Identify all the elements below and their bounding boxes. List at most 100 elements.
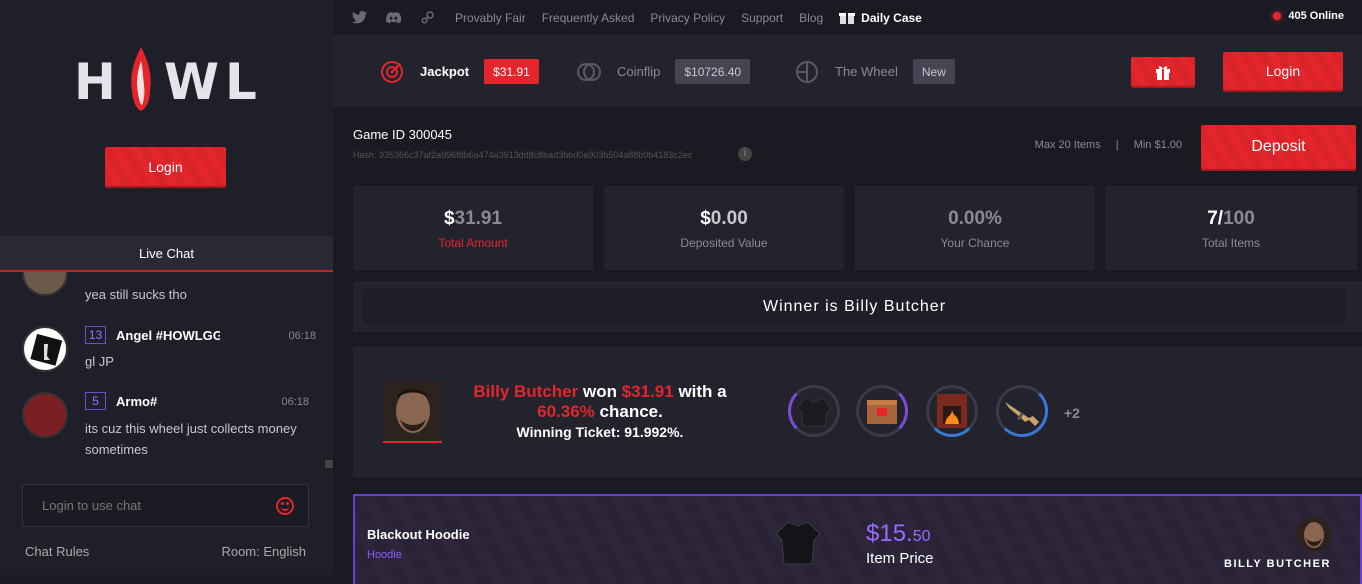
deposit-button[interactable]: Deposit bbox=[1201, 125, 1356, 169]
target-icon bbox=[381, 60, 403, 83]
winner-banner: Winner is Billy Butcher bbox=[353, 281, 1362, 332]
item-crate-icon[interactable] bbox=[856, 385, 908, 437]
chat-messages[interactable]: yea still sucks tho 13 Angel #HOWLGG 06:… bbox=[0, 272, 333, 472]
gift-icon bbox=[1156, 65, 1170, 80]
stat-deposited-value: $0.00 Deposited Value bbox=[604, 186, 844, 270]
chat-input[interactable]: Login to use chat bbox=[22, 484, 309, 527]
item-price-label: Item Price bbox=[866, 550, 934, 567]
chat-timestamp: 06:18 bbox=[288, 330, 316, 342]
avatar-image-icon bbox=[30, 333, 63, 366]
stat-your-chance: 0.00% Your Chance bbox=[855, 186, 1095, 270]
chat-message-text: gl JP bbox=[85, 354, 114, 369]
jackpot-value-badge: $31.91 bbox=[484, 59, 539, 84]
limits-separator: | bbox=[1115, 139, 1119, 151]
stat-prefix: 7/ bbox=[1207, 208, 1224, 229]
item-hoodie-icon[interactable] bbox=[788, 385, 840, 437]
win-chance: 60.36% bbox=[537, 402, 595, 421]
stat-total-amount: $31.91 Total Amount bbox=[353, 186, 593, 270]
chat-rules-link[interactable]: Chat Rules bbox=[25, 544, 89, 559]
stat-value: 0.00 bbox=[710, 208, 748, 229]
item-price: $15.50 bbox=[866, 520, 931, 548]
stat-total-items: 7/100 Total Items bbox=[1105, 186, 1357, 270]
tab-the-wheel[interactable]: The Wheel New bbox=[795, 59, 955, 84]
deposited-item-card: Blackout Hoodie Hoodie $15.50 Item Price… bbox=[353, 494, 1362, 584]
stat-prefix: $ bbox=[443, 208, 455, 229]
stat-value: 31.91 bbox=[454, 208, 503, 229]
tab-coinflip[interactable]: Coinflip $10726.40 bbox=[577, 59, 751, 84]
owner-name[interactable]: BILLY BUTCHER bbox=[1224, 558, 1331, 570]
chat-timestamp: 06:18 bbox=[281, 396, 309, 408]
round-result: Billy Butcher won $31.91 with a 60.36% c… bbox=[353, 347, 1362, 477]
game-id: Game ID 300045 bbox=[353, 127, 453, 142]
gift-box-icon bbox=[839, 13, 856, 24]
online-count: 405 Online bbox=[1273, 10, 1344, 22]
winner-text: Winner is Billy Butcher bbox=[363, 289, 1346, 324]
item-category: Hoodie bbox=[367, 549, 402, 561]
winner-summary: Billy Butcher won $31.91 with a 60.36% c… bbox=[450, 382, 750, 442]
chat-username[interactable]: Angel #HOWLGG bbox=[116, 328, 220, 343]
user-level-badge: 5 bbox=[85, 392, 106, 410]
stat-label: Total Amount bbox=[438, 236, 508, 250]
item-fireplace-icon[interactable] bbox=[926, 385, 978, 437]
item-name: Blackout Hoodie bbox=[367, 527, 470, 542]
faq-link[interactable]: Frequently Asked bbox=[542, 11, 635, 25]
stat-label: Total Items bbox=[1201, 236, 1261, 250]
price-cents: 50 bbox=[912, 528, 931, 545]
avatar[interactable] bbox=[22, 326, 68, 372]
stat-label: Deposited Value bbox=[680, 236, 768, 250]
gift-button[interactable] bbox=[1131, 57, 1195, 86]
stat-prefix: $ bbox=[700, 208, 711, 229]
tab-coinflip-label: Coinflip bbox=[617, 64, 661, 79]
sidebar-login-button[interactable]: Login bbox=[105, 147, 226, 186]
top-nav: Provably Fair Frequently Asked Privacy P… bbox=[333, 0, 1362, 35]
game-tabs-bar: Jackpot $31.91 Coinflip $10726.40 The Wh… bbox=[333, 35, 1362, 107]
info-icon[interactable]: i bbox=[738, 147, 752, 161]
top-links: Provably Fair Frequently Asked Privacy P… bbox=[455, 11, 954, 25]
win-amount: $31.91 bbox=[621, 382, 674, 401]
chat-message-text: its cuz this wheel just collects money s… bbox=[85, 421, 297, 457]
support-link[interactable]: Support bbox=[741, 11, 783, 25]
item-rifle-icon[interactable] bbox=[996, 385, 1048, 437]
privacy-policy-link[interactable]: Privacy Policy bbox=[650, 11, 725, 25]
avatar[interactable] bbox=[22, 272, 68, 296]
more-items-count: +2 bbox=[1064, 405, 1080, 421]
discord-icon[interactable] bbox=[385, 10, 401, 26]
live-chat-header: Live Chat bbox=[0, 236, 333, 272]
provably-fair-link[interactable]: Provably Fair bbox=[455, 11, 526, 25]
chat-message-text: yea still sucks tho bbox=[85, 287, 187, 302]
steam-icon[interactable] bbox=[419, 10, 435, 26]
min-value: Min $1.00 bbox=[1133, 139, 1182, 151]
stat-label: Your Chance bbox=[940, 236, 1010, 250]
chance-suffix: chance. bbox=[599, 402, 663, 421]
max-items: Max 20 Items bbox=[1034, 139, 1101, 151]
hoodie-icon bbox=[768, 516, 828, 566]
tab-jackpot[interactable]: Jackpot $31.91 bbox=[380, 59, 539, 84]
jackpot-main: Game ID 300045 Hash: 935366c37af2a996f8b… bbox=[333, 107, 1362, 584]
tab-the-wheel-label: The Wheel bbox=[835, 64, 898, 79]
wheel-icon bbox=[796, 60, 818, 83]
winner-name[interactable]: Billy Butcher bbox=[473, 382, 578, 401]
daily-case-link[interactable]: Daily Case bbox=[839, 11, 938, 25]
blog-link[interactable]: Blog bbox=[799, 11, 823, 25]
coinflip-value-badge: $10726.40 bbox=[675, 59, 751, 84]
chat-scrollbar[interactable] bbox=[325, 460, 333, 468]
new-badge: New bbox=[912, 59, 955, 84]
user-level-badge: 13 bbox=[85, 326, 106, 344]
room-selector[interactable]: Room: English bbox=[221, 544, 306, 559]
chat-username[interactable]: Armo# bbox=[116, 394, 220, 409]
winner-avatar[interactable] bbox=[383, 381, 442, 443]
howl-logo[interactable]: H WL bbox=[74, 46, 263, 111]
coin-icon bbox=[577, 62, 601, 81]
flame-icon bbox=[131, 47, 151, 111]
avatar[interactable] bbox=[22, 392, 68, 438]
emoji-icon[interactable] bbox=[276, 497, 294, 515]
stat-value: 100 bbox=[1223, 208, 1255, 229]
twitter-icon[interactable] bbox=[351, 10, 367, 26]
daily-case-label: Daily Case bbox=[861, 10, 922, 25]
header-login-button[interactable]: Login bbox=[1223, 52, 1343, 90]
logo-text-left: H bbox=[74, 53, 122, 111]
winning-ticket: Winning Ticket: 91.992%. bbox=[516, 424, 684, 440]
with-a-text: with a bbox=[678, 382, 727, 401]
tab-jackpot-label: Jackpot bbox=[420, 64, 470, 79]
owner-avatar[interactable] bbox=[1296, 516, 1332, 552]
